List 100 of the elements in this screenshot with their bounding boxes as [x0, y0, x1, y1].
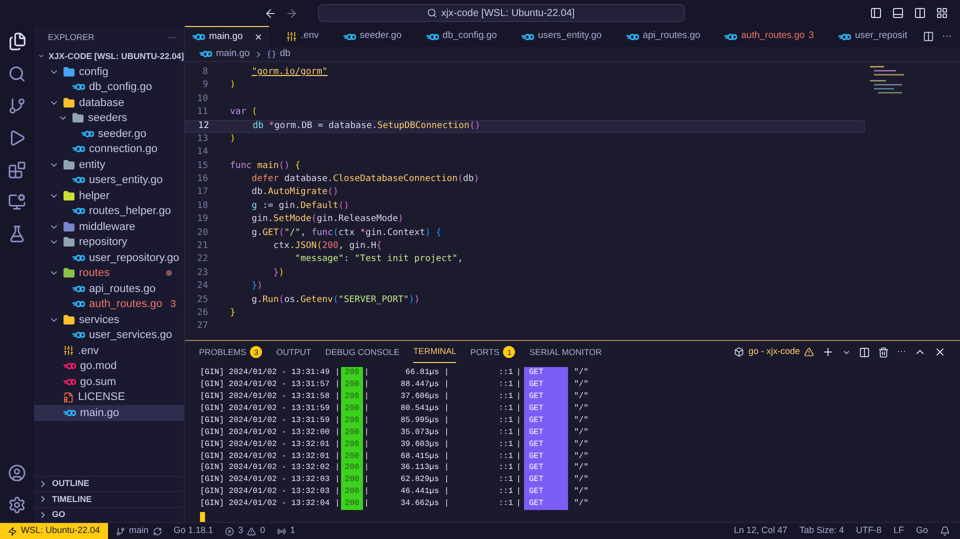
explorer-icon[interactable]: [8, 32, 26, 51]
file-item[interactable]: connection.go: [34, 142, 184, 157]
editor-tab[interactable]: db_config.go: [418, 26, 504, 47]
folder-item[interactable]: seeders: [34, 110, 184, 126]
file-item[interactable]: auth_routes.go 3: [34, 296, 184, 312]
file-item[interactable]: .env: [34, 343, 184, 358]
remote-indicator[interactable]: WSL: Ubuntu-22.04: [0, 523, 108, 539]
client-ip: ::1: [498, 438, 513, 451]
more-button[interactable]: ···: [942, 29, 952, 44]
file-item[interactable]: users_entity.go: [34, 172, 184, 188]
settings-icon[interactable]: [8, 496, 26, 514]
separator: |: [443, 402, 449, 415]
panel-tab[interactable]: SERIAL MONITOR: [529, 341, 602, 364]
editor-tab[interactable]: main.go ×: [185, 26, 269, 47]
line-number: 21: [196, 240, 209, 254]
separator: |: [335, 414, 341, 427]
workspace-root[interactable]: XJX-CODE [WSL: UBUNTU-22.04]: [34, 48, 184, 64]
layout-icon[interactable]: [936, 7, 948, 19]
editor-tab[interactable]: seeder.go: [336, 26, 409, 47]
section-header[interactable]: OUTLINE: [34, 476, 184, 491]
http-method: GET: [524, 474, 568, 486]
editor-tab[interactable]: users_entity.go: [514, 26, 609, 47]
notifications-icon[interactable]: [940, 526, 950, 536]
folder-item[interactable]: entity: [34, 157, 184, 172]
sync-icon[interactable]: [152, 526, 162, 536]
ports-indicator[interactable]: 1: [277, 524, 296, 538]
extensions-icon[interactable]: [8, 161, 26, 179]
editor-tab[interactable]: user_reposit: [830, 26, 914, 47]
breadcrumb-item[interactable]: db: [280, 46, 290, 62]
terminal-selector[interactable]: go - xjx-code: [734, 345, 814, 359]
split-editor-icon[interactable]: [923, 31, 934, 42]
file-item[interactable]: routes_helper.go: [34, 204, 184, 219]
forward-icon[interactable]: [284, 6, 298, 20]
close-tab-button[interactable]: ×: [254, 28, 262, 46]
folder-item[interactable]: helper: [34, 188, 184, 204]
file-item[interactable]: seeder.go: [34, 126, 184, 142]
section-header[interactable]: TIMELINE: [34, 491, 184, 506]
latency: 68.415µs: [400, 450, 439, 462]
status-item[interactable]: LF: [893, 524, 904, 538]
file-item[interactable]: db_config.go: [34, 80, 184, 95]
problems-indicator[interactable]: 3 0: [225, 524, 266, 538]
folder-item[interactable]: routes: [34, 266, 184, 281]
folder-item[interactable]: config: [34, 64, 184, 80]
run-debug-icon[interactable]: [8, 129, 26, 147]
file-item[interactable]: api_routes.go: [34, 281, 184, 296]
file-item[interactable]: user_services.go: [34, 328, 184, 343]
folder-item[interactable]: middleware: [34, 219, 184, 234]
log-timestamp: [GIN] 2024/01/02 - 13:32:04: [200, 498, 331, 510]
flask-icon[interactable]: [8, 225, 26, 243]
file-item[interactable]: user_repository.go: [34, 250, 184, 266]
go-version[interactable]: Go 1.18.1: [174, 524, 214, 538]
separator: |: [363, 474, 369, 486]
go-file-icon: [81, 130, 94, 138]
folder-item[interactable]: repository: [34, 234, 184, 250]
branch-indicator[interactable]: main: [116, 524, 149, 538]
log-timestamp: [GIN] 2024/01/02 - 13:32:01: [200, 438, 331, 451]
panel-left-icon[interactable]: [870, 7, 882, 19]
editor-tab[interactable]: .env: [278, 26, 326, 47]
editor-tab[interactable]: api_routes.go: [618, 26, 708, 47]
close-icon[interactable]: [934, 346, 946, 358]
http-method: GET: [524, 402, 568, 415]
editor-tab[interactable]: auth_routes.go 3: [717, 26, 821, 47]
trash-icon[interactable]: [878, 346, 889, 358]
request-path: "/": [574, 402, 588, 415]
more-button[interactable]: ···: [897, 345, 906, 359]
folder-item[interactable]: database: [34, 95, 184, 110]
panel-tab[interactable]: DEBUG CONSOLE: [325, 341, 400, 364]
back-icon[interactable]: [264, 6, 276, 20]
folder-item[interactable]: services: [34, 312, 184, 328]
status-item[interactable]: Go: [916, 524, 928, 538]
new-terminal-icon[interactable]: [822, 346, 834, 358]
breadcrumb-item[interactable]: main.go: [216, 46, 250, 62]
file-item[interactable]: go.sum: [34, 374, 184, 390]
panel-bottom-icon[interactable]: [892, 7, 904, 19]
source-control-icon[interactable]: [8, 97, 26, 115]
more-button[interactable]: ···: [168, 30, 176, 44]
panel-tab[interactable]: OUTPUT: [276, 341, 312, 364]
latency: 37.606µs: [400, 391, 439, 404]
go-file-icon: [199, 50, 212, 58]
status-item[interactable]: Tab Size: 4: [799, 524, 844, 538]
command-center-search[interactable]: xjx-code [WSL: Ubuntu-22.04]: [318, 4, 684, 22]
account-icon[interactable]: [8, 464, 26, 482]
split-terminal-icon[interactable]: [859, 346, 870, 358]
line-number: 16: [196, 173, 209, 186]
cube-icon: [734, 347, 744, 358]
code-line: gin.SetMode(gin.ReleaseMode): [250, 213, 404, 226]
separator: |: [335, 402, 341, 415]
panel-tab[interactable]: TERMINAL: [413, 341, 456, 364]
search-icon[interactable]: [8, 65, 26, 83]
remote-explorer-icon[interactable]: [8, 193, 26, 211]
file-item[interactable]: main.go: [34, 405, 184, 420]
sliders-icon: [63, 345, 74, 356]
separator: |: [515, 379, 521, 392]
status-item[interactable]: Ln 12, Col 47: [734, 524, 788, 538]
file-item[interactable]: LICENSE: [34, 390, 184, 405]
file-item[interactable]: go.mod: [34, 358, 184, 374]
http-method: GET: [524, 486, 568, 498]
request-path: "/": [574, 367, 588, 380]
panel-right-icon[interactable]: [914, 7, 926, 19]
status-item[interactable]: UTF-8: [856, 524, 882, 538]
